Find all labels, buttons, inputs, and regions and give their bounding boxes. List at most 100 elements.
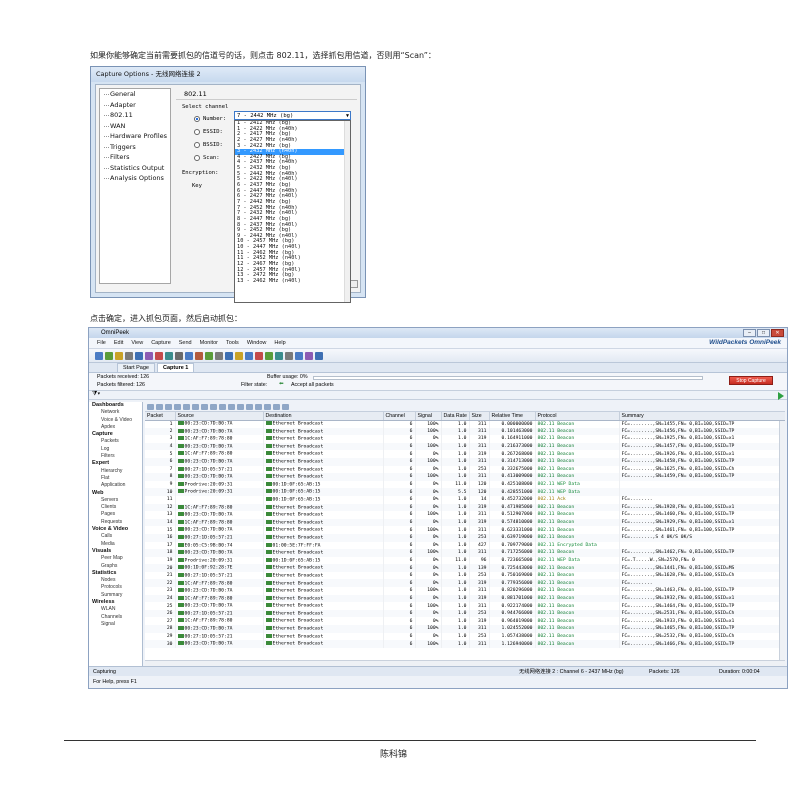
radio-essid-dot[interactable] bbox=[194, 129, 200, 135]
radio-scan[interactable]: Scan: bbox=[194, 155, 220, 161]
toolbar-icon[interactable] bbox=[185, 351, 193, 360]
table-row[interactable]: 8 00:23:CD:7D:B0:7A Ethernet Broadcast 6 100… bbox=[145, 473, 785, 481]
toolbar-icon[interactable] bbox=[155, 351, 163, 360]
radio-bssid[interactable]: BSSID: bbox=[194, 142, 223, 148]
nav-item[interactable]: Channels bbox=[89, 614, 142, 621]
grid-tool-icon[interactable] bbox=[219, 403, 226, 410]
table-row[interactable]: 6 00:23:CD:7D:B0:7A Ethernet Broadcast 6 100… bbox=[145, 457, 785, 466]
column-header[interactable]: Protocol bbox=[535, 412, 620, 421]
toolbar-icon[interactable] bbox=[95, 351, 103, 360]
menu-item[interactable]: Edit bbox=[114, 340, 123, 346]
table-row[interactable]: 30 00:23:CD:7D:B0:7A Ethernet Broadcast 6 10… bbox=[145, 640, 785, 648]
table-row[interactable]: 10 Prodrive:20:09:31 00:1D:0F:65:AB:15 6 0% 5… bbox=[145, 488, 785, 496]
table-row[interactable]: 26 00:27:1D:05:57:21 Ethernet Broadcast 6 0%… bbox=[145, 609, 785, 618]
toolbar-icon[interactable] bbox=[285, 351, 293, 360]
nav-item[interactable]: Summary bbox=[89, 592, 142, 599]
column-header[interactable]: Data Rate bbox=[441, 412, 470, 421]
vertical-scrollbar[interactable] bbox=[779, 421, 785, 661]
menu-item[interactable]: Help bbox=[274, 340, 285, 346]
menu-item[interactable]: File bbox=[97, 340, 106, 346]
nav-item[interactable]: Calls bbox=[89, 533, 142, 540]
menu-item[interactable]: Capture bbox=[151, 340, 171, 346]
nav-category[interactable]: Dashboards bbox=[89, 402, 142, 409]
table-row[interactable]: 21 00:27:1D:05:57:21 Ethernet Broadcast 6 0%… bbox=[145, 571, 785, 580]
nav-item[interactable]: Voice & Video bbox=[89, 417, 142, 424]
table-row[interactable]: 19 Prodrive:20:09:31 00:1D:0F:65:AB:15 6 0% 1… bbox=[145, 556, 785, 565]
toolbar-icon[interactable] bbox=[205, 351, 213, 360]
nav-category[interactable]: Statistics bbox=[89, 570, 142, 577]
table-row[interactable]: 18 00:23:CD:7D:B0:7A Ethernet Broadcast 6 10… bbox=[145, 549, 785, 557]
toolbar-icon[interactable] bbox=[105, 351, 113, 360]
column-header[interactable]: Source bbox=[175, 412, 264, 421]
radio-number-dot[interactable] bbox=[194, 116, 200, 122]
tab-start-page[interactable]: Start Page bbox=[117, 363, 155, 372]
dropdown-option[interactable]: 13 - 2462 MHz (n40l) bbox=[235, 278, 350, 285]
nav-item[interactable]: Pages bbox=[89, 511, 142, 518]
toolbar-icon[interactable] bbox=[115, 351, 123, 360]
column-header[interactable]: Channel bbox=[383, 412, 416, 421]
grid-tool-icon[interactable] bbox=[210, 403, 217, 410]
radio-number[interactable]: Number: bbox=[194, 116, 226, 122]
table-row[interactable]: 12 1C:AF:F7:89:78:80 Ethernet Broadcast 6 0%… bbox=[145, 503, 785, 512]
radio-bssid-dot[interactable] bbox=[194, 142, 200, 148]
tree-item[interactable]: Adapter bbox=[100, 100, 170, 111]
grid-tool-icon[interactable] bbox=[183, 403, 190, 410]
menu-item[interactable]: View bbox=[131, 340, 143, 346]
table-row[interactable]: 16 00:27:1D:05:57:21 Ethernet Broadcast 6 0%… bbox=[145, 533, 785, 542]
nav-item[interactable]: Apdex bbox=[89, 424, 142, 431]
table-row[interactable]: 5 1C:AF:F7:89:78:80 Ethernet Broadcast 6 0% 1… bbox=[145, 450, 785, 458]
grid-tool-icon[interactable] bbox=[192, 403, 199, 410]
nav-item[interactable]: Protocols bbox=[89, 584, 142, 591]
nav-item[interactable]: Graphs bbox=[89, 563, 142, 570]
nav-item[interactable]: Application bbox=[89, 482, 142, 489]
table-row[interactable]: 25 00:23:CD:7D:B0:7A Ethernet Broadcast 6 10… bbox=[145, 602, 785, 610]
column-header[interactable]: Packet bbox=[145, 412, 176, 421]
toolbar-icon[interactable] bbox=[235, 351, 243, 360]
grid-tool-icon[interactable] bbox=[165, 403, 172, 410]
tree-item[interactable]: Triggers bbox=[100, 142, 170, 153]
toolbar-icon[interactable] bbox=[295, 351, 303, 360]
grid-tool-icon[interactable] bbox=[246, 403, 253, 410]
table-row[interactable]: 28 00:23:CD:7D:B0:7A Ethernet Broadcast 6 10… bbox=[145, 625, 785, 633]
stop-capture-button[interactable]: Stop Capture bbox=[729, 376, 773, 385]
table-row[interactable]: 9 Prodrive:20:09:31 00:1D:0F:65:AB:15 6 0% 11… bbox=[145, 480, 785, 489]
nav-item[interactable]: Peer Map bbox=[89, 555, 142, 562]
chevron-down-icon[interactable]: ▼ bbox=[346, 112, 349, 120]
radio-scan-dot[interactable] bbox=[194, 155, 200, 161]
toolbar-icon[interactable] bbox=[265, 351, 273, 360]
toolbar-icon[interactable] bbox=[255, 351, 263, 360]
nav-item[interactable]: Requests bbox=[89, 519, 142, 526]
table-row[interactable]: 24 1C:AF:F7:89:78:80 Ethernet Broadcast 6 0%… bbox=[145, 594, 785, 603]
grid-tool-icon[interactable] bbox=[237, 403, 244, 410]
tree-item[interactable]: General bbox=[100, 89, 170, 100]
toolbar-icon[interactable] bbox=[245, 351, 253, 360]
toolbar-icon[interactable] bbox=[165, 351, 173, 360]
nav-category[interactable]: Visuals bbox=[89, 548, 142, 555]
grid-tool-icon[interactable] bbox=[156, 403, 163, 410]
grid-tool-icon[interactable] bbox=[264, 403, 271, 410]
filter-icon[interactable]: ⧩▾ bbox=[92, 391, 100, 398]
column-header[interactable]: Signal bbox=[415, 412, 442, 421]
grid-tool-icon[interactable] bbox=[228, 403, 235, 410]
table-row[interactable]: 14 1C:AF:F7:89:78:80 Ethernet Broadcast 6 0%… bbox=[145, 518, 785, 527]
grid-tool-icon[interactable] bbox=[282, 403, 289, 410]
menu-item[interactable]: Send bbox=[179, 340, 192, 346]
nav-category[interactable]: Voice & Video bbox=[89, 526, 142, 533]
table-row[interactable]: 11 00:1D:0F:65:AB:15 6 0% 1.0 14 0.452732000 80… bbox=[145, 495, 785, 504]
apply-filter-icon[interactable] bbox=[778, 392, 784, 400]
table-row[interactable]: 17 E0:05:C5:9B:B0:74 01:00:5E:7F:FF:FA 6 0% 1… bbox=[145, 541, 785, 550]
table-row[interactable]: 13 00:23:CD:7D:B0:7A Ethernet Broadcast 6 10… bbox=[145, 511, 785, 519]
tree-item[interactable]: Filters bbox=[100, 152, 170, 163]
nav-item[interactable]: Flat bbox=[89, 475, 142, 482]
nav-item[interactable]: Nodes bbox=[89, 577, 142, 584]
tab-capture-1[interactable]: Capture 1 bbox=[157, 363, 195, 372]
grid-tool-icon[interactable] bbox=[255, 403, 262, 410]
column-header[interactable]: Summary bbox=[619, 412, 785, 421]
grid-tool-icon[interactable] bbox=[201, 403, 208, 410]
toolbar-icon[interactable] bbox=[195, 351, 203, 360]
nav-item[interactable]: WLAN bbox=[89, 606, 142, 613]
maximize-button[interactable]: □ bbox=[757, 329, 770, 337]
table-row[interactable]: 7 00:27:1D:05:57:21 Ethernet Broadcast 6 0% 1… bbox=[145, 465, 785, 474]
tree-item[interactable]: Statistics Output bbox=[100, 163, 170, 174]
column-header[interactable]: Size bbox=[469, 412, 490, 421]
